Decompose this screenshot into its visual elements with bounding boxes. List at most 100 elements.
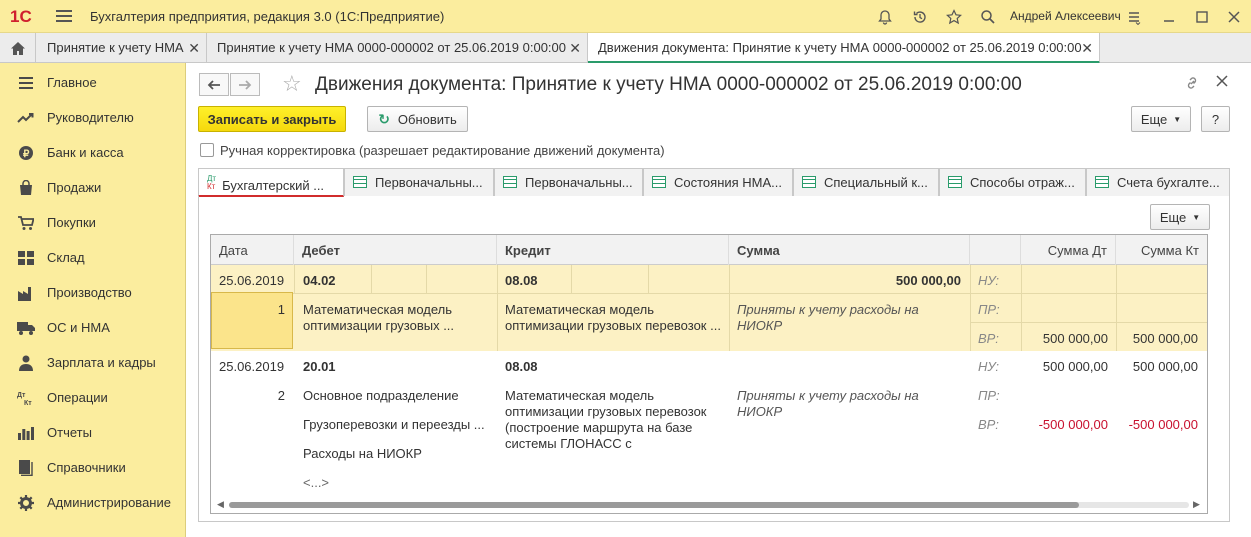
close-tab-icon[interactable]: ✕ [188, 40, 200, 57]
coin-icon: ₽ [17, 144, 35, 162]
close-tab-icon[interactable]: ✕ [1081, 40, 1093, 57]
sidebar-item-production[interactable]: Производство [0, 275, 186, 310]
debit-subconto: Грузоперевозки и переезды ... [303, 417, 485, 432]
factory-icon [17, 284, 35, 302]
grid-more-button[interactable]: Еще ▼ [1150, 204, 1210, 230]
more-menu-button[interactable]: Еще ▼ [1131, 106, 1191, 132]
minimize-icon[interactable] [1159, 7, 1179, 27]
sidebar-item-salary[interactable]: Зарплата и кадры [0, 345, 186, 380]
sidebar-item-label: Справочники [47, 460, 126, 475]
debit-account: 04.02 [303, 273, 336, 288]
forward-arrow-icon[interactable] [230, 73, 260, 96]
table-row[interactable]: 25.06.2019 2 20.01 Основное подразделени… [211, 351, 1207, 501]
row-amount: 500 000,00 [895, 273, 961, 288]
tab-methods[interactable]: Способы отраж... [939, 168, 1086, 196]
tab-label: Специальный к... [824, 175, 928, 190]
tab-initial-2[interactable]: Первоначальны... [494, 168, 643, 196]
sidebar-item-label: Покупки [47, 215, 96, 230]
column-header-amount-kt[interactable]: Сумма Кт [1116, 235, 1207, 265]
user-name[interactable]: Андрей Алексеевич [1010, 9, 1121, 23]
close-window-icon[interactable] [1224, 7, 1244, 27]
manual-correction-checkbox[interactable] [200, 143, 214, 157]
sidebar-item-bank[interactable]: ₽ Банк и касса [0, 135, 186, 170]
dt-kt-icon: Дт Кт [207, 174, 217, 191]
column-header-amount[interactable]: Сумма [729, 235, 970, 265]
column-header-date[interactable]: Дата [211, 235, 294, 265]
window-tab-nma-document[interactable]: Принятие к учету НМА 0000-000002 от 25.0… [207, 33, 588, 63]
tab-accounting-register[interactable]: Дт Кт Бухгалтерский ... [198, 168, 344, 197]
history-icon[interactable] [910, 7, 930, 27]
window-tab-strip: Принятие к учету НМА ✕ Принятие к учету … [0, 33, 1251, 64]
sidebar-item-label: Продажи [47, 180, 102, 195]
selected-cell[interactable] [211, 292, 293, 349]
link-icon[interactable] [1184, 75, 1200, 96]
dt-kt-icon: Дт Кт [17, 389, 35, 407]
truck-icon [17, 319, 35, 337]
tab-special[interactable]: Специальный к... [793, 168, 939, 196]
debit-subconto: Математическая модель оптимизации грузов… [303, 302, 455, 333]
debit-account: 20.01 [303, 359, 336, 374]
tab-accounts[interactable]: Счета бухгалте... [1086, 168, 1230, 196]
refresh-button[interactable]: ↻ Обновить [367, 106, 468, 132]
sidebar-item-warehouse[interactable]: Склад [0, 240, 186, 275]
search-icon[interactable] [978, 7, 998, 27]
table-row[interactable]: 25.06.2019 1 04.02 Математическая модель… [211, 265, 1207, 351]
scroll-right-icon[interactable]: ▶ [1193, 499, 1200, 510]
window-tab-nma-list[interactable]: Принятие к учету НМА ✕ [37, 33, 207, 63]
row-content: Приняты к учету расходы на НИОКР [737, 302, 919, 333]
movements-table[interactable]: Дата Дебет Кредит Сумма Сумма Дт Сумма К… [210, 234, 1208, 514]
debit-subconto: Основное подразделение [303, 388, 459, 403]
bell-icon[interactable] [875, 7, 895, 27]
tab-label: Первоначальны... [375, 175, 483, 190]
favorite-star-icon[interactable]: ☆ [282, 71, 302, 97]
close-tab-icon[interactable]: ✕ [569, 40, 581, 57]
back-arrow-icon[interactable] [199, 73, 229, 96]
column-header-type[interactable] [970, 235, 1021, 265]
sidebar-item-purchases[interactable]: Покупки [0, 205, 186, 240]
sidebar-item-administration[interactable]: Администрирование [0, 485, 186, 520]
window-tab-label: Принятие к учету НМА [47, 40, 184, 55]
sidebar-item-reports[interactable]: Отчеты [0, 415, 186, 450]
table-icon [948, 176, 962, 188]
save-and-close-button[interactable]: Записать и закрыть [198, 106, 346, 132]
svg-text:1С: 1С [10, 7, 32, 26]
scroll-thumb[interactable] [229, 502, 1079, 508]
tab-initial-1[interactable]: Первоначальны... [344, 168, 494, 196]
help-button[interactable]: ? [1201, 106, 1230, 132]
close-form-icon[interactable] [1216, 74, 1228, 92]
app-title: Бухгалтерия предприятия, редакция 3.0 (1… [90, 9, 445, 24]
tab-nma-states[interactable]: Состояния НМА... [643, 168, 793, 196]
favorites-star-icon[interactable] [944, 7, 964, 27]
sidebar-item-label: Операции [47, 390, 108, 405]
settings-menu-icon[interactable] [1124, 7, 1144, 27]
sidebar-item-catalogs[interactable]: Справочники [0, 450, 186, 485]
main-menu-icon[interactable] [56, 10, 72, 22]
nu-label: НУ: [978, 359, 1000, 374]
sidebar-item-director[interactable]: Руководителю [0, 100, 186, 135]
nu-label: НУ: [978, 273, 1000, 288]
vr-label: ВР: [978, 331, 999, 346]
maximize-icon[interactable] [1192, 7, 1212, 27]
person-icon [17, 354, 35, 372]
sidebar-item-assets[interactable]: ОС и НМА [0, 310, 186, 345]
scroll-left-icon[interactable]: ◀ [217, 499, 224, 510]
refresh-label: Обновить [397, 111, 457, 127]
column-header-debit[interactable]: Дебет [294, 235, 497, 265]
title-bar: 1С Бухгалтерия предприятия, редакция 3.0… [0, 0, 1251, 33]
nu-amount-kt: 500 000,00 [1132, 359, 1198, 374]
window-tab-document-movements[interactable]: Движения документа: Принятие к учету НМА… [588, 33, 1100, 64]
tab-label: Способы отраж... [970, 175, 1075, 190]
svg-text:Дт: Дт [17, 392, 26, 399]
1c-logo-icon[interactable]: 1С [10, 6, 42, 26]
document-form: ☆ Движения документа: Принятие к учету Н… [187, 63, 1251, 537]
home-icon[interactable] [0, 33, 36, 63]
trend-icon [17, 109, 35, 127]
sidebar-item-main[interactable]: Главное [0, 65, 186, 100]
column-header-credit[interactable]: Кредит [497, 235, 729, 265]
horizontal-scrollbar[interactable]: ◀ ▶ [215, 499, 1203, 510]
sidebar-item-operations[interactable]: Дт Кт Операции [0, 380, 186, 415]
column-header-amount-dt[interactable]: Сумма Дт [1021, 235, 1116, 265]
debit-subconto-more[interactable]: <...> [303, 475, 329, 490]
table-icon [802, 176, 816, 188]
sidebar-item-sales[interactable]: Продажи [0, 170, 186, 205]
